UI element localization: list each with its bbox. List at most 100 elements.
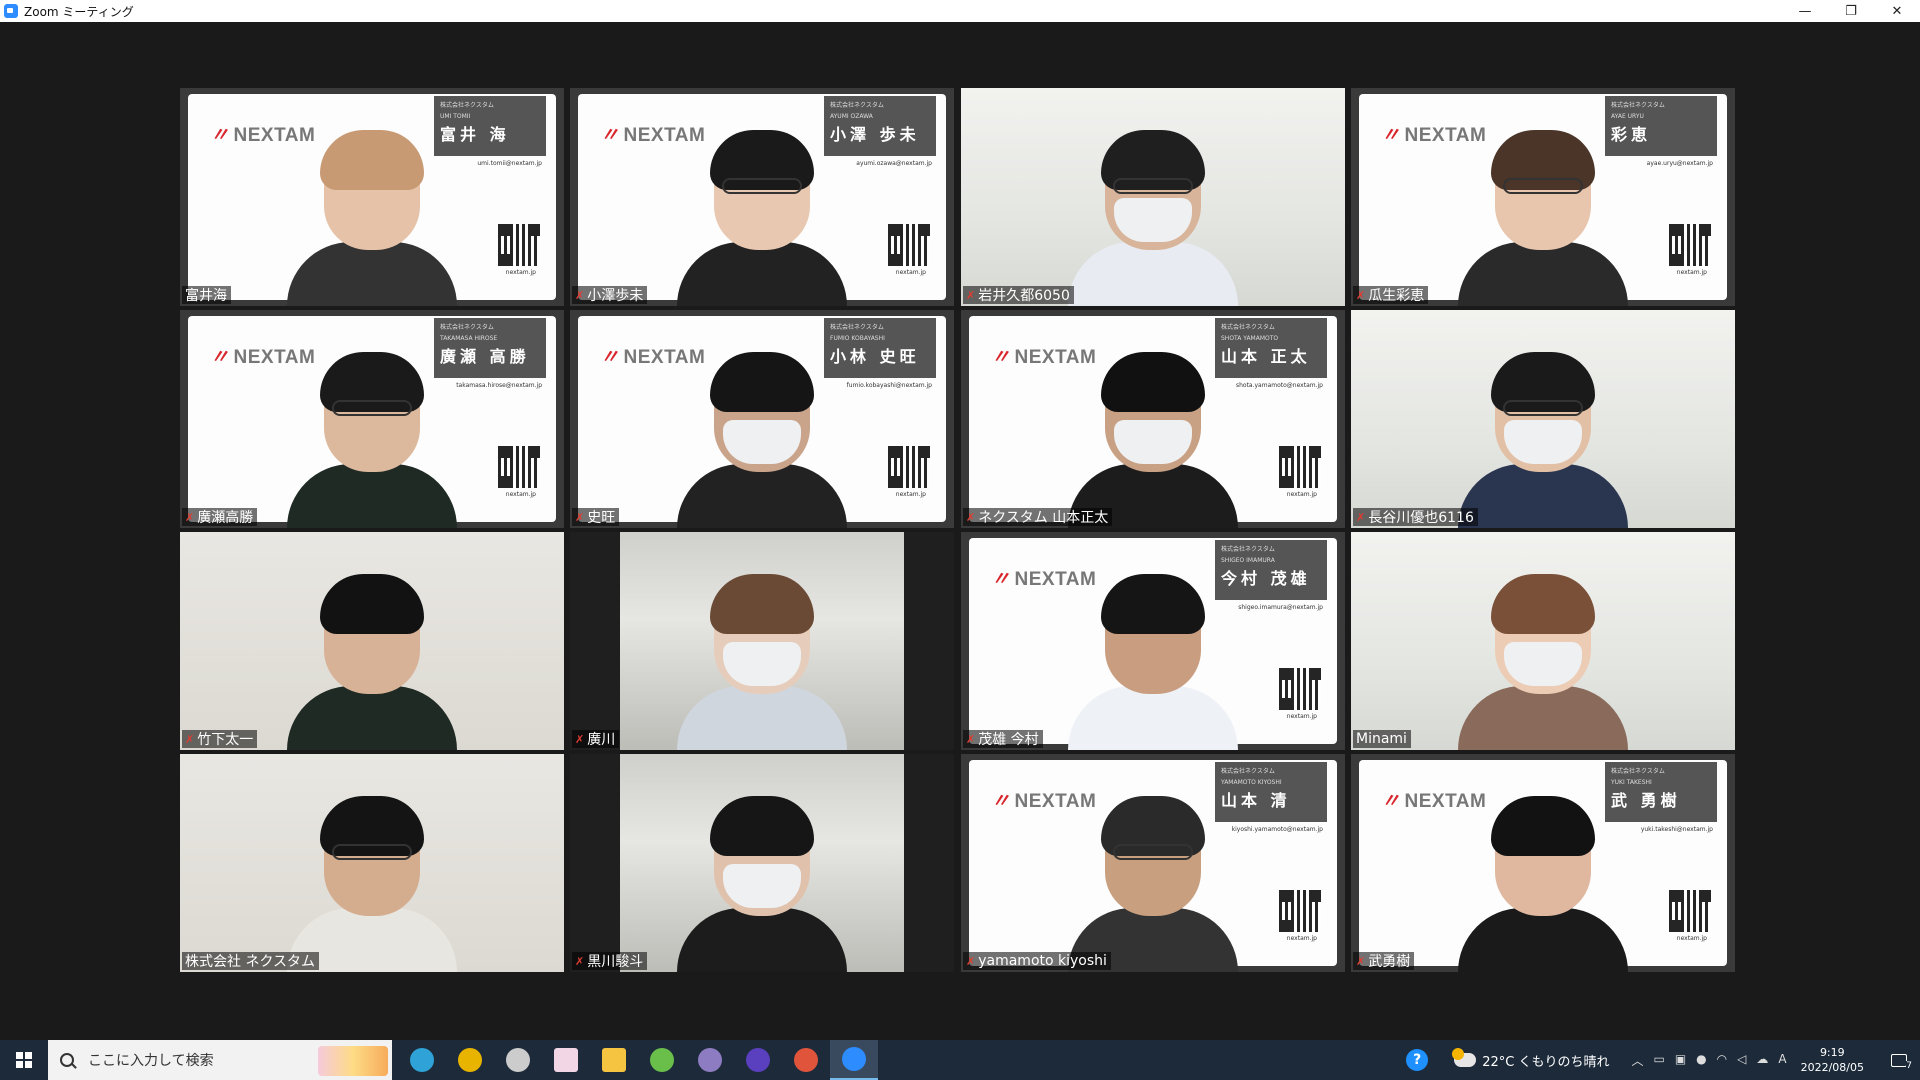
logo-mark-icon: 〃	[600, 347, 620, 368]
weather-icon	[1452, 1048, 1477, 1067]
system-tray: ? 22°C くもりのち晴れ ︿ ▭ ▣ ● ◠ ◁ ☁ A 9:19 2022…	[1406, 1040, 1920, 1080]
muted-microphone-icon: ✗	[185, 732, 195, 746]
logo-mark-icon: 〃	[600, 125, 620, 146]
participant-name: 茂雄 今村	[978, 732, 1039, 748]
help-icon[interactable]: ?	[1406, 1049, 1429, 1071]
window-controls: — ❐ ✕	[1782, 0, 1920, 22]
windows-logo-icon	[16, 1052, 32, 1068]
video-feed: 〃 NEXTAM 株式会社ネクスタム YAMAMOTO KIYOSHI 山本 清 kiyo…	[961, 754, 1345, 972]
microphone-icon[interactable]: ●	[1696, 1052, 1706, 1069]
participant-name: yamamoto kiyoshi	[978, 953, 1107, 969]
video-feed	[1351, 310, 1735, 528]
video-feed: 〃 NEXTAM 株式会社ネクスタム AYUMI OZAWA 小澤 歩未 ayumi.oz…	[570, 88, 954, 306]
search-highlight-image	[318, 1046, 388, 1076]
participant-name: 史旺	[587, 510, 616, 526]
clock[interactable]: 9:19 2022/08/05	[1801, 1045, 1864, 1075]
taskbar-app-button[interactable]	[494, 1040, 542, 1080]
card-email: shigeo.imamura@nextam.jp	[1238, 604, 1323, 611]
video-feed: 〃 NEXTAM 株式会社ネクスタム TAKAMASA HIROSE 廣瀬 高勝 taka…	[180, 310, 564, 528]
wifi-icon[interactable]: ◠	[1717, 1052, 1727, 1069]
participant-tile[interactable]: 〃 NEXTAM 株式会社ネクスタム TAKAMASA HIROSE 廣瀬 高勝 taka…	[180, 310, 564, 528]
video-feed	[620, 754, 904, 972]
device-icon[interactable]: ▣	[1675, 1052, 1686, 1069]
taskbar-search[interactable]: ここに入力して検索	[48, 1040, 392, 1080]
participant-tile[interactable]: 株式会社 ネクスタム	[180, 754, 564, 972]
volume-icon[interactable]: ◁	[1737, 1052, 1746, 1069]
participant-tile[interactable]: ✗ 廣川	[570, 532, 954, 750]
notification-center-button[interactable]: 7	[1886, 1049, 1912, 1071]
minimize-button[interactable]: —	[1782, 0, 1828, 22]
participant-video-person	[1068, 116, 1238, 306]
participant-tile[interactable]: ✗ 竹下太一	[180, 532, 564, 750]
folder-icon	[602, 1048, 626, 1072]
video-feed	[620, 532, 904, 750]
logo-mark-icon: 〃	[210, 125, 230, 146]
card-site: nextam.jp	[895, 491, 926, 498]
participant-tile[interactable]: 〃 NEXTAM 株式会社ネクスタム FUMIO KOBAYASHI 小林 史旺 fumi…	[570, 310, 954, 528]
video-feed: 〃 NEXTAM 株式会社ネクスタム YUKI TAKESHI 武 勇樹 yuki.tak…	[1351, 754, 1735, 972]
taskbar-app-button[interactable]	[446, 1040, 494, 1080]
muted-microphone-icon: ✗	[185, 510, 195, 524]
taskbar-app-button[interactable]	[782, 1040, 830, 1080]
participant-video-person	[1068, 782, 1238, 972]
weather-text[interactable]: 22°C くもりのち晴れ	[1482, 1051, 1609, 1070]
ime-indicator[interactable]: A	[1778, 1052, 1786, 1069]
chrome-icon	[458, 1048, 482, 1072]
onedrive-icon[interactable]: ☁	[1756, 1052, 1768, 1069]
participant-tile[interactable]: 〃 NEXTAM 株式会社ネクスタム SHOTA YAMAMOTO 山本 正太 shota…	[961, 310, 1345, 528]
participant-tile[interactable]: 〃 NEXTAM 株式会社ネクスタム UMI TOMII 富井 海 umi.tomii@n…	[180, 88, 564, 306]
taskbar-apps	[398, 1040, 878, 1080]
video-feed	[961, 88, 1345, 306]
taskbar-app-button[interactable]	[638, 1040, 686, 1080]
card-email: shota.yamamoto@nextam.jp	[1235, 382, 1323, 389]
logo-mark-icon: 〃	[991, 569, 1011, 590]
qr-code-icon	[1279, 890, 1321, 932]
window-titlebar: Zoom ミーティング — ❐ ✕	[0, 0, 1920, 22]
edge-icon	[410, 1048, 434, 1072]
participant-video-person	[1068, 560, 1238, 750]
participant-video-person	[1458, 116, 1628, 306]
window-title: Zoom ミーティング	[24, 4, 134, 19]
participant-name-label: ✗ 竹下太一	[182, 730, 258, 748]
participant-tile[interactable]: 〃 NEXTAM 株式会社ネクスタム AYAE URYU 彩恵 ayae.uryu@nex…	[1351, 88, 1735, 306]
muted-microphone-icon: ✗	[966, 732, 976, 746]
tray-icons: ︿ ▭ ▣ ● ◠ ◁ ☁ A	[1631, 1052, 1786, 1069]
start-button[interactable]	[0, 1040, 48, 1080]
video-feed	[1351, 532, 1735, 750]
chevron-up-icon[interactable]: ︿	[1631, 1052, 1643, 1069]
notes-icon	[554, 1048, 578, 1072]
taskbar-app-button[interactable]	[830, 1040, 878, 1080]
card-company: 株式会社ネクスタム	[830, 324, 884, 331]
participant-tile[interactable]: 〃 NEXTAM 株式会社ネクスタム AYUMI OZAWA 小澤 歩未 ayumi.oz…	[570, 88, 954, 306]
participant-tile[interactable]: ✗ 黒川駿斗	[570, 754, 954, 972]
close-button[interactable]: ✕	[1874, 0, 1920, 22]
participant-tile[interactable]: Minami	[1351, 532, 1735, 750]
taskbar-app-button[interactable]	[542, 1040, 590, 1080]
card-site: nextam.jp	[1286, 491, 1317, 498]
taskbar-app-button[interactable]	[398, 1040, 446, 1080]
participant-video-person	[1458, 560, 1628, 750]
logo-mark-icon: 〃	[991, 347, 1011, 368]
participant-tile[interactable]: 〃 NEXTAM 株式会社ネクスタム SHIGEO IMAMURA 今村 茂雄 shige…	[961, 532, 1345, 750]
participant-tile[interactable]: ✗ 岩井久都6050	[961, 88, 1345, 306]
battery-icon[interactable]: ▭	[1653, 1052, 1664, 1069]
video-feed: 〃 NEXTAM 株式会社ネクスタム SHOTA YAMAMOTO 山本 正太 shota…	[961, 310, 1345, 528]
participant-name-label: ✗ 廣瀬高勝	[182, 508, 258, 526]
participant-tile[interactable]: ✗ 長谷川優也6116	[1351, 310, 1735, 528]
participant-name-label: ✗ 長谷川優也6116	[1353, 508, 1478, 526]
video-feed: 〃 NEXTAM 株式会社ネクスタム UMI TOMII 富井 海 umi.tomii@n…	[180, 88, 564, 306]
card-site: nextam.jp	[1286, 935, 1317, 942]
participant-name: 黒川駿斗	[587, 954, 644, 970]
taskbar-app-button[interactable]	[734, 1040, 782, 1080]
card-site: nextam.jp	[505, 269, 536, 276]
windows-taskbar: ここに入力して検索 ? 22°C くもりのち晴れ ︿ ▭ ▣ ● ◠ ◁ ☁ A…	[0, 1040, 1920, 1080]
participant-tile[interactable]: 〃 NEXTAM 株式会社ネクスタム YAMAMOTO KIYOSHI 山本 清 kiyo…	[961, 754, 1345, 972]
taskbar-app-button[interactable]	[590, 1040, 638, 1080]
restore-button[interactable]: ❐	[1828, 0, 1874, 22]
participant-tile[interactable]: 〃 NEXTAM 株式会社ネクスタム YUKI TAKESHI 武 勇樹 yuki.tak…	[1351, 754, 1735, 972]
card-company: 株式会社ネクスタム	[1611, 102, 1665, 109]
participant-video-person	[1458, 782, 1628, 972]
qr-code-icon	[1279, 446, 1321, 488]
participant-video-person	[677, 338, 847, 528]
taskbar-app-button[interactable]	[686, 1040, 734, 1080]
